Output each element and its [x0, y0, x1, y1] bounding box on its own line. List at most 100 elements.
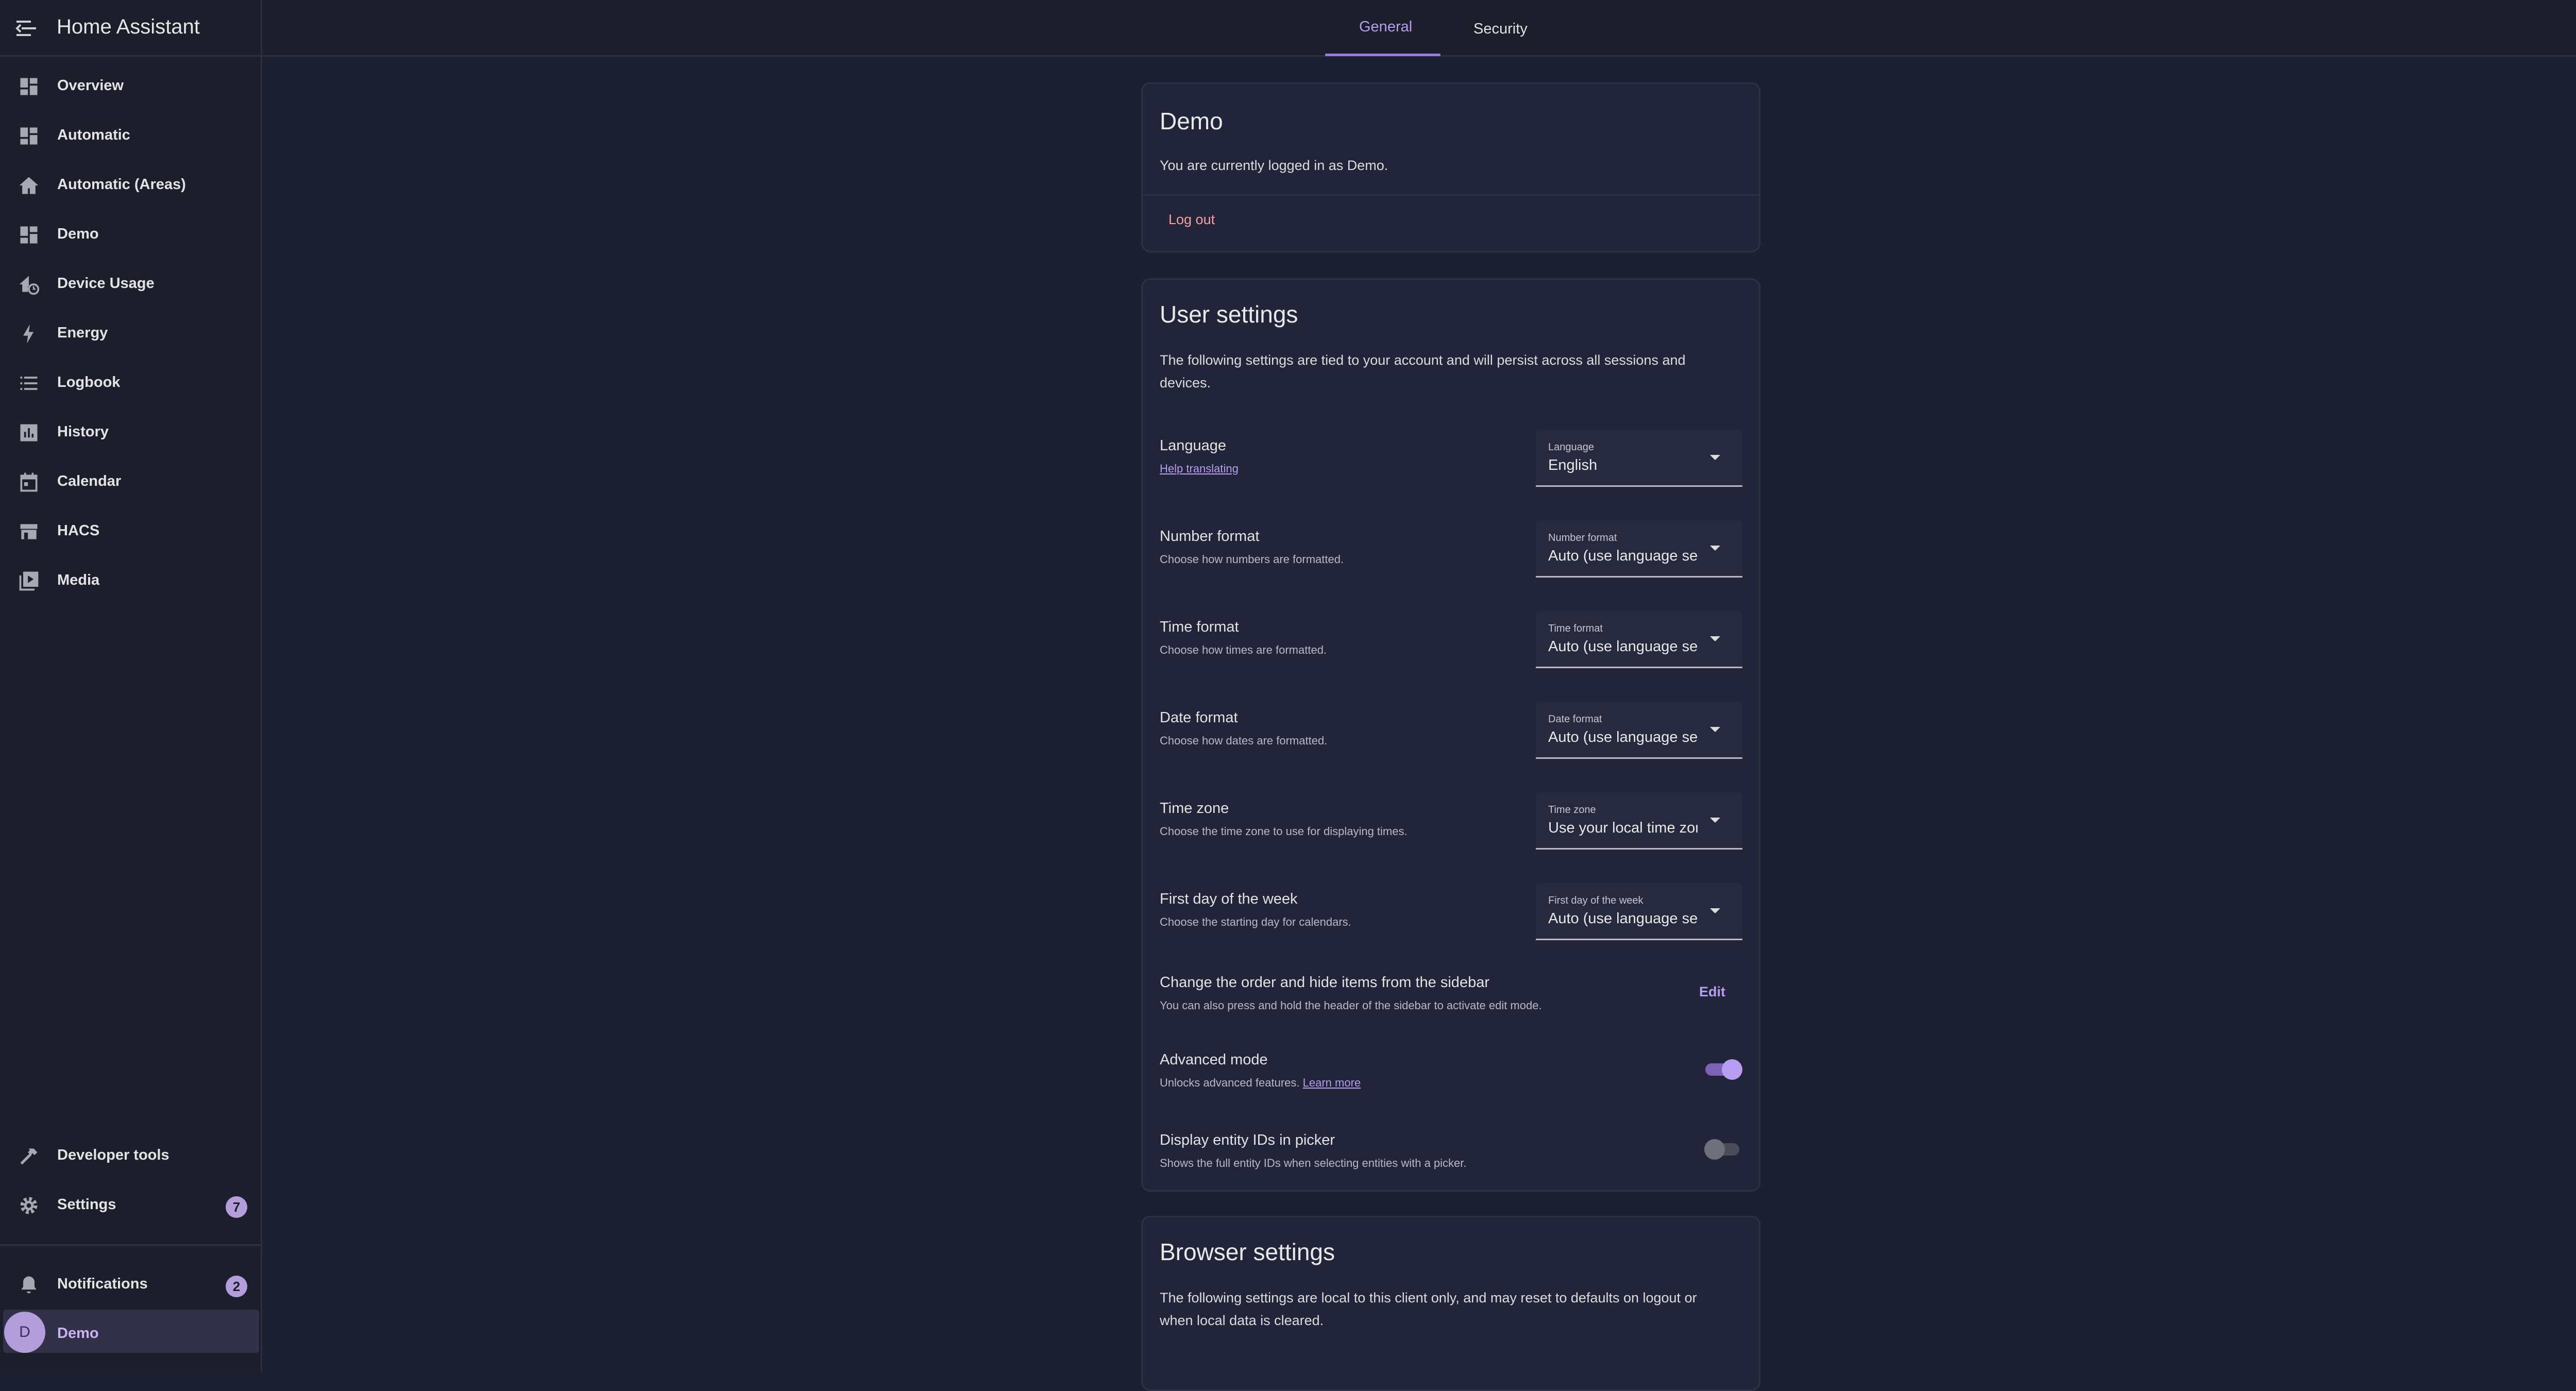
- learn-more-link[interactable]: Learn more: [1303, 1076, 1361, 1089]
- help-translating-link[interactable]: Help translating: [1160, 462, 1239, 476]
- select-value: Auto (use language setting): [1548, 729, 1698, 745]
- select-label: Language: [1548, 442, 1594, 453]
- user-settings-title: User settings: [1160, 301, 1298, 328]
- gear-icon: [18, 1194, 40, 1217]
- sidebar-item-label: Demo: [57, 226, 99, 242]
- time-format-title: Time format: [1160, 619, 1239, 635]
- time-zone-desc: Choose the time zone to use for displayi…: [1160, 825, 1408, 838]
- sidebar-divider: [0, 1244, 261, 1246]
- chevron-down-icon: [1710, 727, 1720, 732]
- entity-ids-desc: Shows the full entity IDs when selecting…: [1160, 1157, 1467, 1169]
- number-format-select[interactable]: Number format Auto (use language setting…: [1536, 521, 1742, 578]
- advanced-mode-toggle[interactable]: [1704, 1059, 1742, 1080]
- time-format-desc: Choose how times are formatted.: [1160, 643, 1327, 656]
- home-icon: [18, 174, 40, 197]
- sidebar-item-demo[interactable]: Demo: [0, 210, 261, 260]
- language-select[interactable]: Language English: [1536, 430, 1742, 487]
- language-title: Language: [1160, 437, 1227, 454]
- logout-button[interactable]: Log out: [1168, 212, 1215, 228]
- time-zone-select[interactable]: Time zone Use your local time zone: [1536, 793, 1742, 850]
- select-value: English: [1548, 457, 1598, 473]
- date-format-select[interactable]: Date format Auto (use language setting): [1536, 702, 1742, 759]
- sidebar-item-history[interactable]: History: [0, 408, 261, 457]
- user-settings-card: User settings The following settings are…: [1141, 278, 1760, 1192]
- time-format-select[interactable]: Time format Auto (use language setting): [1536, 612, 1742, 668]
- select-value: Auto (use language setting): [1548, 548, 1698, 564]
- entity-ids-toggle[interactable]: [1704, 1139, 1742, 1160]
- sidebar-item-overview[interactable]: Overview: [0, 62, 261, 111]
- sidebar-item-device-usage[interactable]: Device Usage: [0, 260, 261, 309]
- select-value: Use your local time zone: [1548, 820, 1698, 836]
- date-format-desc: Choose how dates are formatted.: [1160, 734, 1328, 747]
- sidebar-item-label: Energy: [57, 325, 108, 341]
- sidebar-item-media[interactable]: Media: [0, 556, 261, 606]
- sidebar-item-energy[interactable]: Energy: [0, 309, 261, 359]
- chevron-down-icon: [1710, 818, 1720, 823]
- user-name[interactable]: Demo: [57, 1325, 99, 1342]
- menu-collapse-icon[interactable]: [15, 18, 39, 39]
- dashboard-icon: [18, 224, 40, 246]
- hammer-icon: [18, 1145, 40, 1167]
- sidebar-item-logbook[interactable]: Logbook: [0, 359, 261, 408]
- chevron-down-icon: [1710, 636, 1720, 641]
- sidebar-order-desc: You can also press and hold the header o…: [1160, 999, 1542, 1012]
- dashboard-icon: [18, 125, 40, 147]
- card-divider: [1143, 194, 1759, 196]
- sidebar-item-automatic[interactable]: Automatic: [0, 111, 261, 161]
- sidebar-item-label: Media: [57, 572, 100, 588]
- logged-in-text: You are currently logged in as Demo.: [1160, 158, 1388, 173]
- calendar-icon: [18, 471, 40, 494]
- tab-bar: [262, 0, 2576, 57]
- chart-icon: [18, 421, 40, 444]
- advanced-mode-desc-text: Unlocks advanced features.: [1160, 1076, 1300, 1089]
- first-day-desc: Choose the starting day for calendars.: [1160, 915, 1351, 928]
- number-format-title: Number format: [1160, 528, 1260, 545]
- select-value: Auto (use language setting): [1548, 638, 1698, 655]
- chevron-down-icon: [1710, 455, 1720, 460]
- sidebar-item-settings[interactable]: Settings 7: [0, 1181, 261, 1230]
- select-label: Time zone: [1548, 804, 1596, 816]
- sidebar-item-automatic-areas[interactable]: Automatic (Areas): [0, 161, 261, 210]
- sidebar-item-label: HACS: [57, 522, 100, 539]
- browser-settings-title: Browser settings: [1160, 1239, 1335, 1265]
- first-day-select[interactable]: First day of the week Auto (use language…: [1536, 884, 1742, 940]
- settings-badge: 7: [226, 1196, 247, 1218]
- select-value: Auto (use language setting): [1548, 910, 1698, 927]
- tab-general[interactable]: General: [1359, 19, 1412, 36]
- account-card-title: Demo: [1160, 108, 1223, 134]
- edit-sidebar-button[interactable]: Edit: [1699, 984, 1725, 1000]
- sidebar-item-label: Settings: [57, 1196, 116, 1213]
- select-label: Date format: [1548, 714, 1602, 725]
- account-card: Demo You are currently logged in as Demo…: [1141, 82, 1760, 252]
- sidebar-item-label: Automatic (Areas): [57, 176, 186, 193]
- sidebar-item-label: Calendar: [57, 473, 122, 489]
- play-box-icon: [18, 570, 40, 592]
- select-label: Time format: [1548, 623, 1603, 634]
- sidebar-item-hacs[interactable]: HACS: [0, 507, 261, 556]
- time-zone-title: Time zone: [1160, 800, 1229, 817]
- select-label: Number format: [1548, 532, 1617, 544]
- select-label: First day of the week: [1548, 895, 1643, 906]
- sidebar-item-label: Logbook: [57, 374, 121, 391]
- sidebar-item-notifications[interactable]: Notifications 2: [0, 1260, 261, 1310]
- advanced-mode-title: Advanced mode: [1160, 1051, 1268, 1068]
- sidebar-item-developer-tools[interactable]: Developer tools: [0, 1131, 261, 1181]
- app-title: Home Assistant: [57, 15, 200, 38]
- sidebar-item-label: Notifications: [57, 1276, 148, 1292]
- advanced-mode-desc: Unlocks advanced features. Learn more: [1160, 1076, 1361, 1090]
- store-icon: [18, 520, 40, 543]
- browser-settings-intro: The following settings are local to this…: [1160, 1290, 1697, 1328]
- date-format-title: Date format: [1160, 709, 1238, 726]
- dashboard-icon: [18, 75, 40, 98]
- sidebar-order-title: Change the order and hide items from the…: [1160, 974, 1489, 991]
- user-settings-intro: The following settings are tied to your …: [1160, 352, 1686, 391]
- notifications-badge: 2: [226, 1276, 247, 1297]
- sidebar-item-label: Overview: [57, 77, 124, 94]
- sidebar-header: Home Assistant: [0, 0, 261, 57]
- toggle-knob: [1722, 1059, 1742, 1080]
- avatar[interactable]: D: [4, 1312, 45, 1353]
- tab-security[interactable]: Security: [1473, 21, 1528, 38]
- bell-icon: [18, 1274, 40, 1296]
- sidebar-item-calendar[interactable]: Calendar: [0, 457, 261, 507]
- sidebar-item-label: Automatic: [57, 127, 130, 143]
